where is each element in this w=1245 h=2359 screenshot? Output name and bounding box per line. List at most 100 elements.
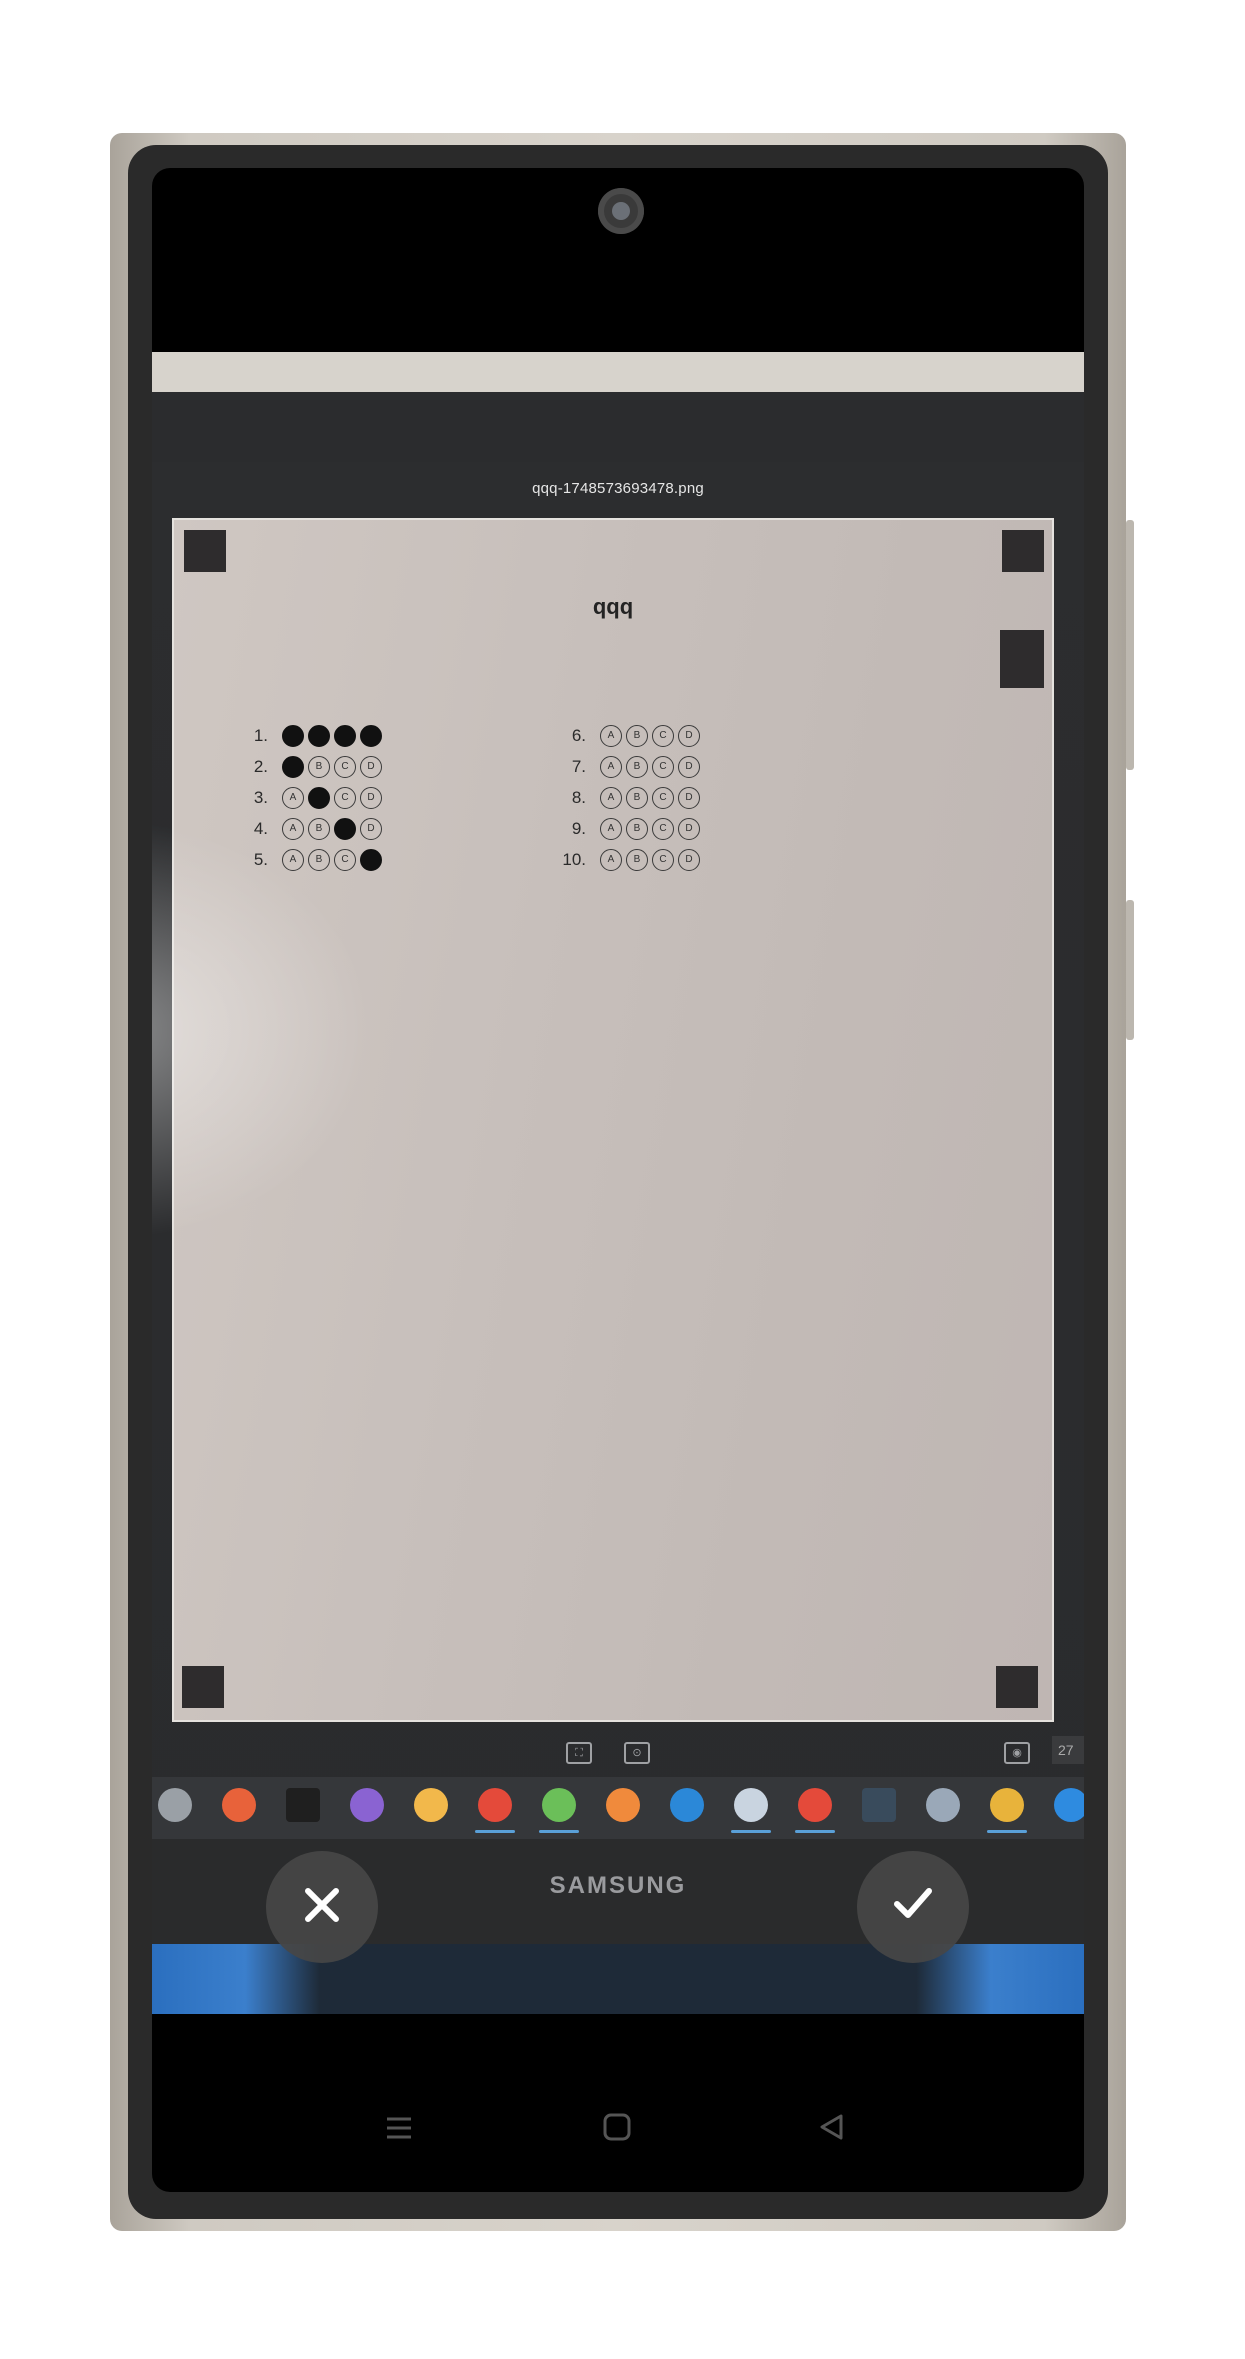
answer-bubble: A [282, 724, 304, 747]
eye-icon[interactable]: ◉ [1004, 1742, 1030, 1764]
answer-bubble: B [308, 786, 330, 809]
answer-bubble: A [282, 848, 304, 871]
chrome-profile-icon [734, 1788, 768, 1822]
question-number: 5. [253, 849, 268, 869]
answer-bubble: B [626, 724, 648, 747]
answer-bubble: C [334, 817, 356, 840]
question-row: 7. A B C D [552, 751, 704, 782]
answer-bubble: D [678, 817, 700, 840]
answer-bubble: C [652, 724, 674, 747]
answer-bubble: D [678, 755, 700, 778]
close-icon [300, 1875, 344, 1940]
answer-bubble: C [652, 848, 674, 871]
navigation-bar [152, 2090, 1084, 2180]
answer-bubble: A [600, 724, 622, 747]
question-row: 3. ABCD [234, 782, 386, 813]
answer-bubble: D [678, 848, 700, 871]
answer-bubble: C [334, 786, 356, 809]
answer-bubble: C [334, 848, 356, 871]
page-number: 27 [1052, 1736, 1084, 1764]
file-title: qqq-1748573693478.png [532, 480, 704, 497]
question-row: 9. A B C D [552, 813, 704, 844]
answer-bubble: B [626, 755, 648, 778]
zoom-icon[interactable]: ⊙ [624, 1742, 650, 1764]
power-button [1126, 900, 1134, 1040]
answer-bubble: C [652, 817, 674, 840]
question-column-right: 6. A B C D 7. A B C D 8. A B C D 9. A B C D 10. A B C D [552, 720, 704, 875]
taskbar-active-indicator [731, 1830, 771, 1833]
answer-bubble: A [600, 848, 622, 871]
question-number: 3. [253, 787, 268, 807]
answer-bubble: B [308, 848, 330, 871]
answer-bubble: C [652, 755, 674, 778]
answer-bubble: B [626, 786, 648, 809]
answer-bubble: D [678, 786, 700, 809]
question-number: 1. [253, 725, 268, 745]
notes-app-icon [926, 1788, 960, 1822]
answer-bubble: D [678, 724, 700, 747]
confirm-button[interactable] [857, 1851, 969, 1963]
question-row: 6. A B C D [552, 720, 704, 751]
question-row: 1. ABCD [234, 720, 386, 751]
answer-bubble: D [360, 786, 382, 809]
answer-bubble: C [334, 755, 356, 778]
answer-bubble: D [360, 724, 382, 747]
cancel-button[interactable] [266, 1851, 378, 1963]
captured-photo: qqq-1748573693478.png qqq 1.ABCD2.ABCD3.… [152, 352, 1084, 2014]
question-number: 9. [571, 818, 586, 838]
recents-icon[interactable] [384, 2112, 414, 2151]
question-number: 7. [571, 756, 586, 776]
terminal-icon [286, 1788, 320, 1822]
check-icon [889, 1875, 937, 1940]
taskbar-active-indicator [539, 1830, 579, 1833]
viewer-titlebar [152, 392, 1084, 462]
answer-bubble: D [360, 755, 382, 778]
answer-bubble: C [652, 786, 674, 809]
front-camera [598, 188, 644, 234]
answer-bubble: B [308, 724, 330, 747]
question-number: 10. [562, 849, 586, 869]
corner-marker-bottom-left [182, 1666, 224, 1708]
answer-bubble: B [308, 755, 330, 778]
vscode-icon [1054, 1788, 1084, 1822]
question-row: 10. A B C D [552, 844, 704, 875]
document-title: qqq [592, 594, 634, 619]
corner-marker-top-left [184, 530, 226, 572]
side-marker-right [1000, 630, 1044, 688]
taskbar-active-indicator [475, 1830, 515, 1833]
clover-app-icon [542, 1788, 576, 1822]
question-row: 5. ABCD [234, 844, 386, 875]
file-explorer-icon [414, 1788, 448, 1822]
question-number: 6. [571, 725, 586, 745]
xampp-icon [606, 1788, 640, 1822]
corner-marker-bottom-right [996, 1666, 1038, 1708]
question-row: 8. A B C D [552, 782, 704, 813]
answer-bubble: D [360, 848, 382, 871]
answer-bubble: A [600, 786, 622, 809]
fit-screen-icon[interactable]: ⛶ [566, 1742, 592, 1764]
chrome-profile-icon [478, 1788, 512, 1822]
github-icon [350, 1788, 384, 1822]
answer-bubble: C [334, 724, 356, 747]
question-number: 4. [253, 818, 268, 838]
answer-bubble: B [626, 817, 648, 840]
volume-button [1126, 520, 1134, 770]
home-icon[interactable] [602, 2112, 632, 2151]
taskbar-active-indicator [795, 1830, 835, 1833]
back-icon[interactable] [816, 2112, 846, 2151]
light-glare [152, 820, 374, 1240]
taskbar-active-indicator [987, 1830, 1027, 1833]
taskbar [152, 1777, 1084, 1839]
question-number: 2. [253, 756, 268, 776]
brush-app-icon [222, 1788, 256, 1822]
edge-icon [670, 1788, 704, 1822]
answer-bubble: B [308, 817, 330, 840]
powershell-icon [862, 1788, 896, 1822]
answer-bubble: A [282, 755, 304, 778]
question-number: 8. [571, 787, 586, 807]
answer-bubble: D [360, 817, 382, 840]
answer-bubble: A [600, 755, 622, 778]
answer-bubble: A [600, 817, 622, 840]
answer-bubble: A [282, 786, 304, 809]
question-row: 4. ABCD [234, 813, 386, 844]
